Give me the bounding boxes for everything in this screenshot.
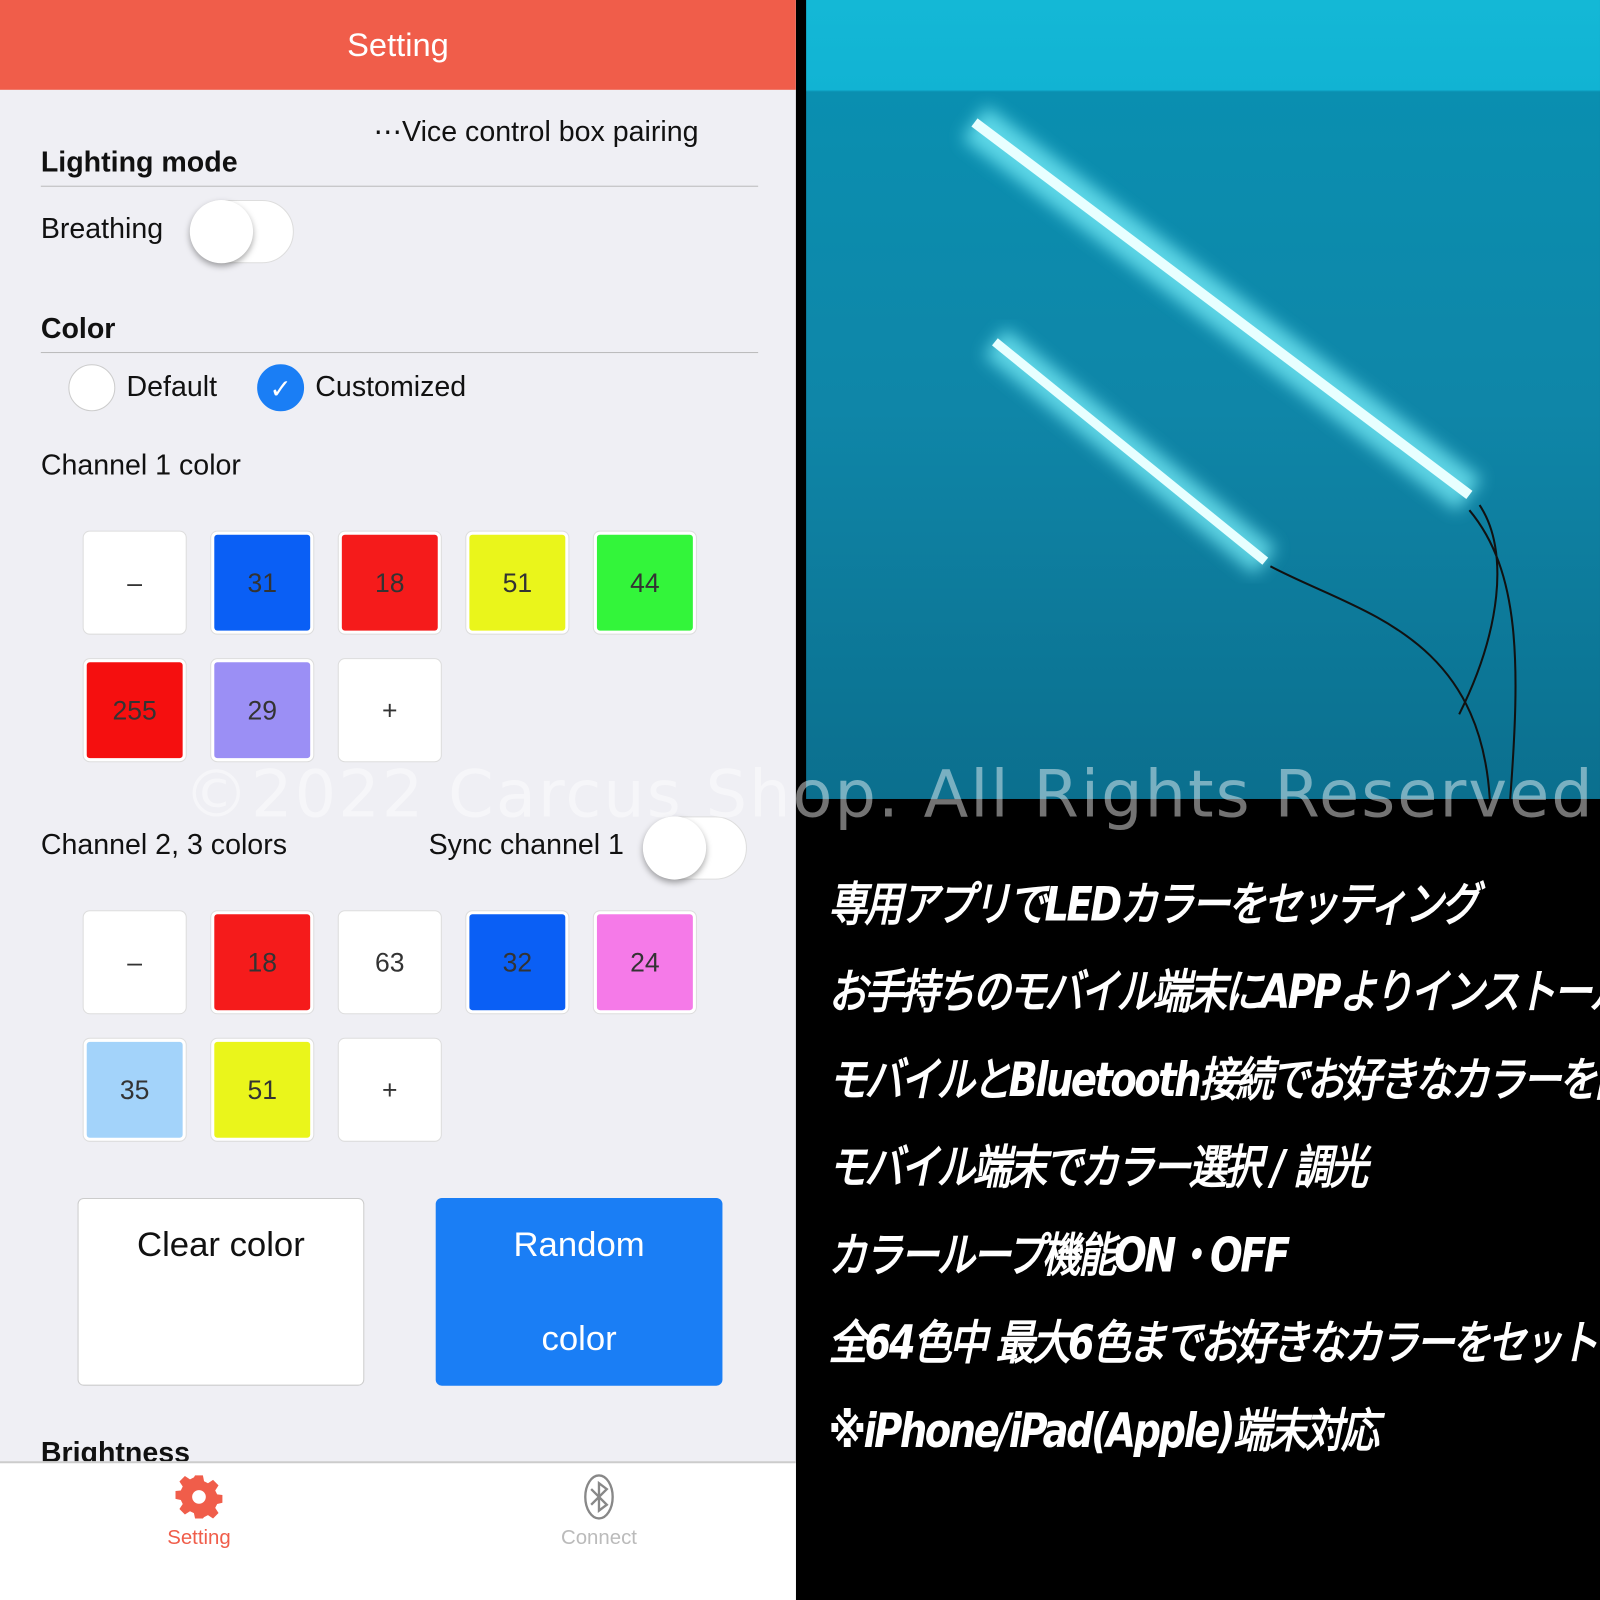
led-bar-photo — [806, 0, 1600, 799]
tab-setting[interactable]: Setting — [97, 1473, 301, 1550]
vice-control-box-pairing-link[interactable]: ⋯Vice control box pairing — [373, 114, 698, 148]
tab-connect-label: Connect — [560, 1526, 637, 1549]
lighting-mode-heading: Lighting mode — [40, 145, 238, 178]
divider — [40, 352, 759, 354]
channel23-label: Channel 2, 3 colors — [40, 828, 288, 861]
check-icon: ✓ — [269, 373, 292, 405]
color-swatch[interactable]: 18 — [338, 531, 441, 634]
color-swatch[interactable]: 18 — [211, 911, 314, 1014]
clear-color-button[interactable]: Clear color — [77, 1197, 365, 1386]
customized-radio[interactable]: ✓ — [257, 364, 305, 412]
color-swatch[interactable]: 51 — [466, 531, 569, 634]
random-label-line1: Random — [513, 1225, 645, 1265]
bluetooth-icon — [584, 1474, 614, 1520]
color-swatch[interactable]: 51 — [211, 1038, 314, 1141]
color-heading: Color — [40, 312, 116, 344]
header-title: Setting — [0, 0, 796, 90]
feature-line: カラーループ機能ON・OFF — [828, 1227, 1291, 1283]
watermark: ©2022 Carcus Shop. All Rights Reserved. — [183, 757, 1600, 833]
toggle-knob — [189, 199, 254, 264]
color-swatch[interactable]: 24 — [593, 911, 696, 1014]
feature-line: 専用アプリでLEDカラーをセッティング — [828, 876, 1480, 932]
color-swatch[interactable]: 44 — [593, 531, 696, 634]
tab-bar: Setting Connect — [0, 1461, 796, 1600]
color-swatch[interactable]: 255 — [83, 659, 186, 762]
random-label-line2: color — [541, 1319, 617, 1359]
remove-color-button[interactable]: – — [83, 531, 186, 634]
feature-line: モバイルとBluetooth接続でお好きなカラーを設定 — [828, 1052, 1600, 1108]
gear-icon — [175, 1475, 223, 1519]
color-swatch[interactable]: 35 — [83, 1038, 186, 1141]
tab-setting-label: Setting — [167, 1526, 231, 1549]
customized-label: Customized — [315, 370, 467, 403]
tab-connect[interactable]: Connect — [497, 1473, 701, 1550]
led-bars-illustration — [962, 106, 1517, 799]
breathing-toggle[interactable] — [189, 199, 294, 264]
feature-line: モバイル端末でカラー選択 / 調光 — [828, 1139, 1369, 1195]
divider — [40, 185, 759, 187]
feature-line: ※iPhone/iPad(Apple)端末対応 — [828, 1403, 1380, 1459]
color-swatch[interactable]: 63 — [338, 911, 441, 1014]
feature-line: 全64色中 最大6色までお好きなカラーをセット可能 — [828, 1315, 1600, 1371]
color-swatch[interactable]: 31 — [211, 531, 314, 634]
random-color-button[interactable]: Random color — [435, 1197, 723, 1386]
feature-line: お手持ちのモバイル端末にAPPよりインストール — [828, 964, 1600, 1020]
channel1-label: Channel 1 color — [40, 448, 241, 481]
remove-color-button[interactable]: – — [83, 911, 186, 1014]
breathing-label: Breathing — [40, 212, 164, 244]
add-color-button[interactable]: + — [338, 1038, 441, 1141]
default-label: Default — [126, 370, 218, 403]
color-swatch[interactable]: 32 — [466, 911, 569, 1014]
clear-color-label: Clear color — [137, 1225, 305, 1265]
color-swatch[interactable]: 29 — [211, 659, 314, 762]
default-radio[interactable] — [68, 364, 116, 412]
sync-channel1-label: Sync channel 1 — [428, 828, 624, 861]
add-color-button[interactable]: + — [338, 659, 441, 762]
